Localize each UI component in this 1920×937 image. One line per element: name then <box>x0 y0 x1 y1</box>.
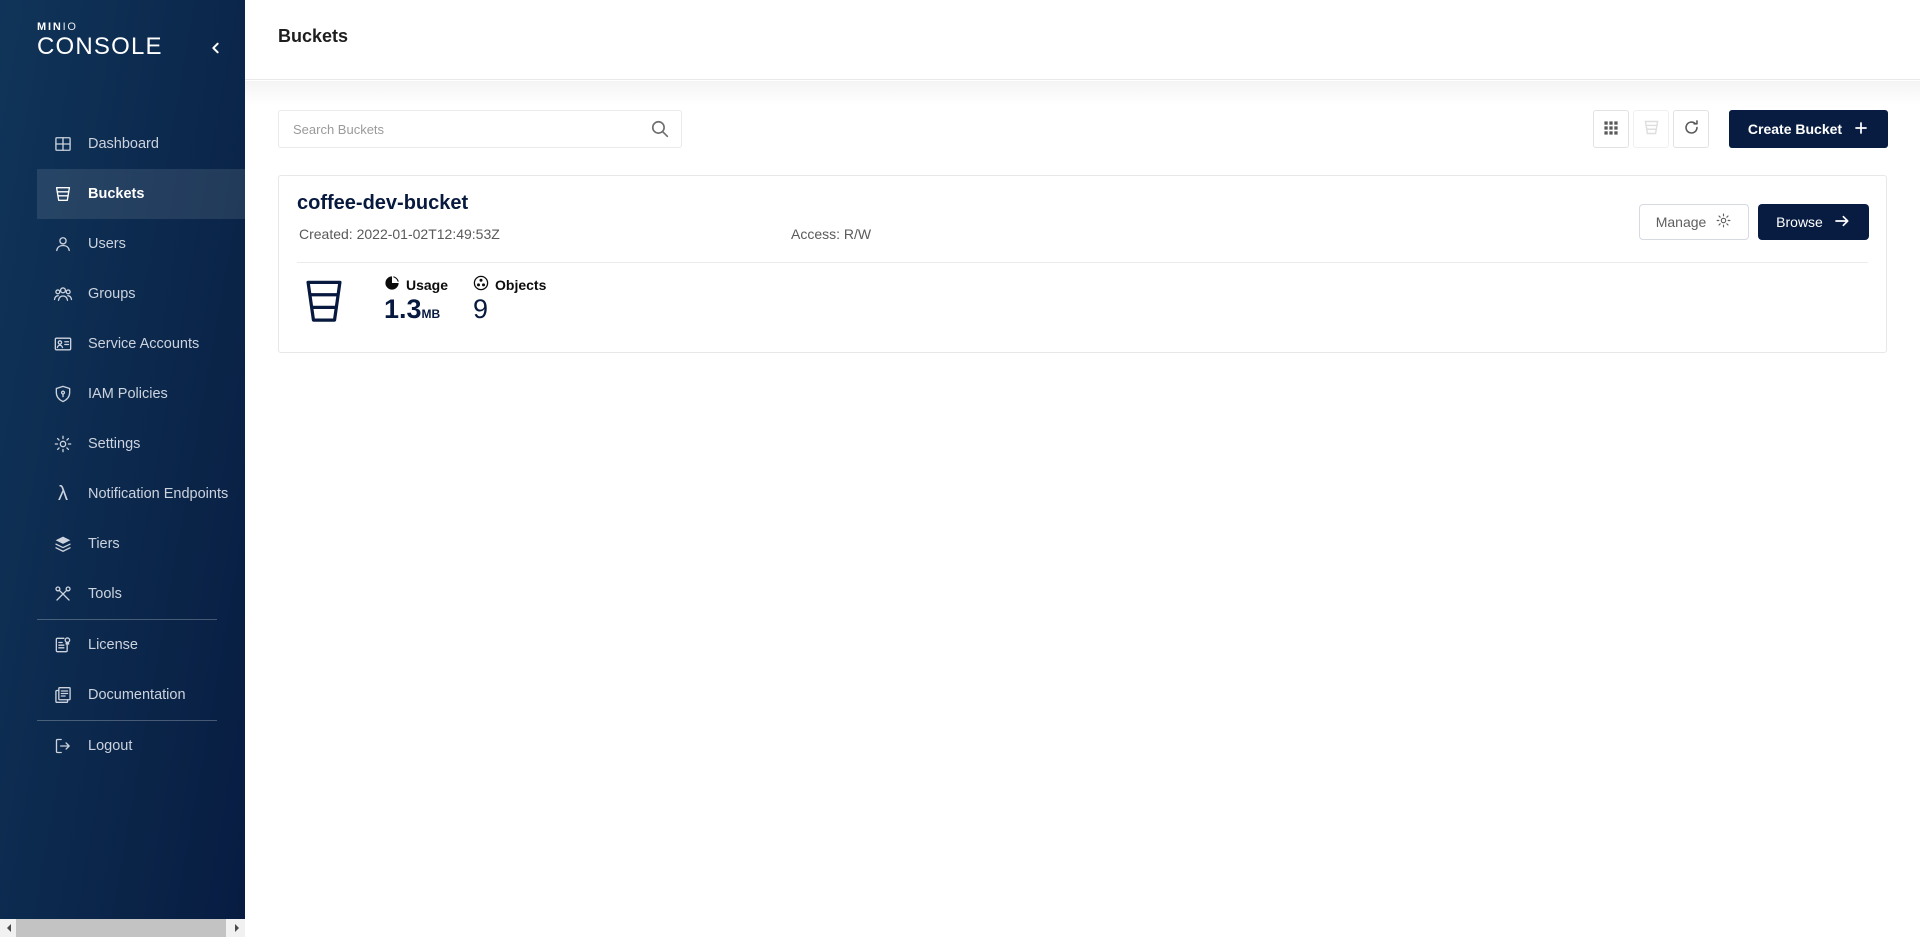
usage-label: Usage <box>406 277 448 293</box>
search-box <box>278 110 682 148</box>
sidebar-item-documentation[interactable]: Documentation <box>37 670 245 720</box>
dashboard-icon <box>53 134 73 154</box>
refresh-icon <box>1682 118 1701 140</box>
bucket-access: Access: R/W <box>791 226 871 242</box>
sidebar-item-tools[interactable]: Tools <box>37 569 245 619</box>
sidebar-item-settings[interactable]: Settings <box>37 419 245 469</box>
page-title: Buckets <box>278 26 348 47</box>
arrow-right-icon <box>1833 212 1851 233</box>
sidebar-item-notification-endpoints[interactable]: λ Notification Endpoints <box>37 469 245 519</box>
sidebar-item-label: Dashboard <box>88 136 159 152</box>
card-divider <box>297 262 1868 263</box>
license-icon <box>53 635 73 655</box>
sidebar-item-iam-policies[interactable]: IAM Policies <box>37 369 245 419</box>
pie-usage-icon <box>384 275 400 294</box>
brand-bold: MIN <box>37 21 63 33</box>
refresh-button[interactable] <box>1673 110 1709 148</box>
sidebar-collapse-button[interactable] <box>203 36 229 62</box>
brand-light: IO <box>63 21 78 33</box>
usage-metric: Usage 1.3MB <box>384 275 448 325</box>
usage-value: 1.3MB <box>384 295 448 325</box>
brand-name: MINIO <box>37 22 163 33</box>
create-bucket-button[interactable]: Create Bucket <box>1729 110 1888 148</box>
sidebar-item-label: Notification Endpoints <box>88 486 228 502</box>
sidebar-horizontal-scrollbar[interactable] <box>0 919 245 937</box>
sidebar-item-logout[interactable]: Logout <box>37 721 245 771</box>
bucket-name[interactable]: coffee-dev-bucket <box>297 192 468 215</box>
plus-icon <box>1853 120 1869 139</box>
grid-view-icon <box>1602 119 1620 140</box>
minio-console-logo: MINIO CONSOLE <box>37 22 163 61</box>
brand-product: CONSOLE <box>37 33 163 61</box>
sidebar-item-buckets[interactable]: Buckets <box>37 169 245 219</box>
search-input[interactable] <box>278 110 682 148</box>
sidebar-item-tiers[interactable]: Tiers <box>37 519 245 569</box>
objects-value: 9 <box>473 295 546 325</box>
sidebar-item-label: Settings <box>88 436 140 452</box>
sidebar-item-service-accounts[interactable]: Service Accounts <box>37 319 245 369</box>
sidebar-item-label: Buckets <box>88 186 144 202</box>
create-bucket-label: Create Bucket <box>1748 121 1842 137</box>
sidebar-item-label: License <box>88 637 138 653</box>
tiers-icon <box>53 534 73 554</box>
buckets-icon <box>53 184 73 204</box>
groups-icon <box>53 284 73 304</box>
scrollbar-right-arrow-icon[interactable] <box>228 919 245 937</box>
objects-label: Objects <box>495 277 546 293</box>
minio-console-screen: MINIO CONSOLE Dashboard Buckets Users Group… <box>0 0 1920 937</box>
sidebar-item-license[interactable]: License <box>37 620 245 670</box>
settings-icon <box>53 434 73 454</box>
grid-view-button[interactable] <box>1593 110 1629 148</box>
bucket-list-view-button-disabled <box>1633 110 1669 148</box>
browse-label: Browse <box>1776 214 1823 230</box>
bucket-card: coffee-dev-bucket Created: 2022-01-02T12… <box>278 175 1887 353</box>
sidebar-item-label: Groups <box>88 286 136 302</box>
sidebar-item-label: Service Accounts <box>88 336 199 352</box>
documentation-icon <box>53 685 73 705</box>
sidebar-item-label: Tools <box>88 586 122 602</box>
sidebar-nav: Dashboard Buckets Users Groups Service Accou… <box>0 119 245 771</box>
service-accounts-icon <box>53 334 73 354</box>
sidebar-item-dashboard[interactable]: Dashboard <box>37 119 245 169</box>
bucket-icon <box>301 276 347 326</box>
sidebar-item-label: IAM Policies <box>88 386 168 402</box>
sidebar-item-label: Users <box>88 236 126 252</box>
manage-button[interactable]: Manage <box>1639 204 1749 240</box>
iam-policies-icon <box>53 384 73 404</box>
bucket-list-icon <box>1642 118 1661 140</box>
chevron-left-icon <box>208 40 224 59</box>
browse-button[interactable]: Browse <box>1758 204 1869 240</box>
sidebar-item-label: Tiers <box>88 536 120 552</box>
scrollbar-thumb[interactable] <box>16 919 226 937</box>
page-header: Buckets <box>245 0 1920 80</box>
bucket-created: Created: 2022-01-02T12:49:53Z <box>299 226 500 242</box>
sidebar-item-label: Logout <box>88 738 132 754</box>
users-icon <box>53 234 73 254</box>
objects-icon <box>473 275 489 294</box>
gear-icon <box>1715 212 1732 232</box>
sidebar-item-label: Documentation <box>88 687 186 703</box>
manage-label: Manage <box>1656 214 1707 230</box>
logout-icon <box>53 736 73 756</box>
sidebar-item-groups[interactable]: Groups <box>37 269 245 319</box>
scrollbar-left-arrow-icon[interactable] <box>0 919 17 937</box>
objects-metric: Objects 9 <box>473 275 546 325</box>
sidebar: MINIO CONSOLE Dashboard Buckets Users Group… <box>0 0 245 919</box>
main-content: Create Bucket coffee-dev-bucket Created:… <box>245 81 1920 937</box>
tools-icon <box>53 584 73 604</box>
lambda-icon: λ <box>53 484 73 504</box>
sidebar-item-users[interactable]: Users <box>37 219 245 269</box>
usage-unit: MB <box>422 307 441 321</box>
